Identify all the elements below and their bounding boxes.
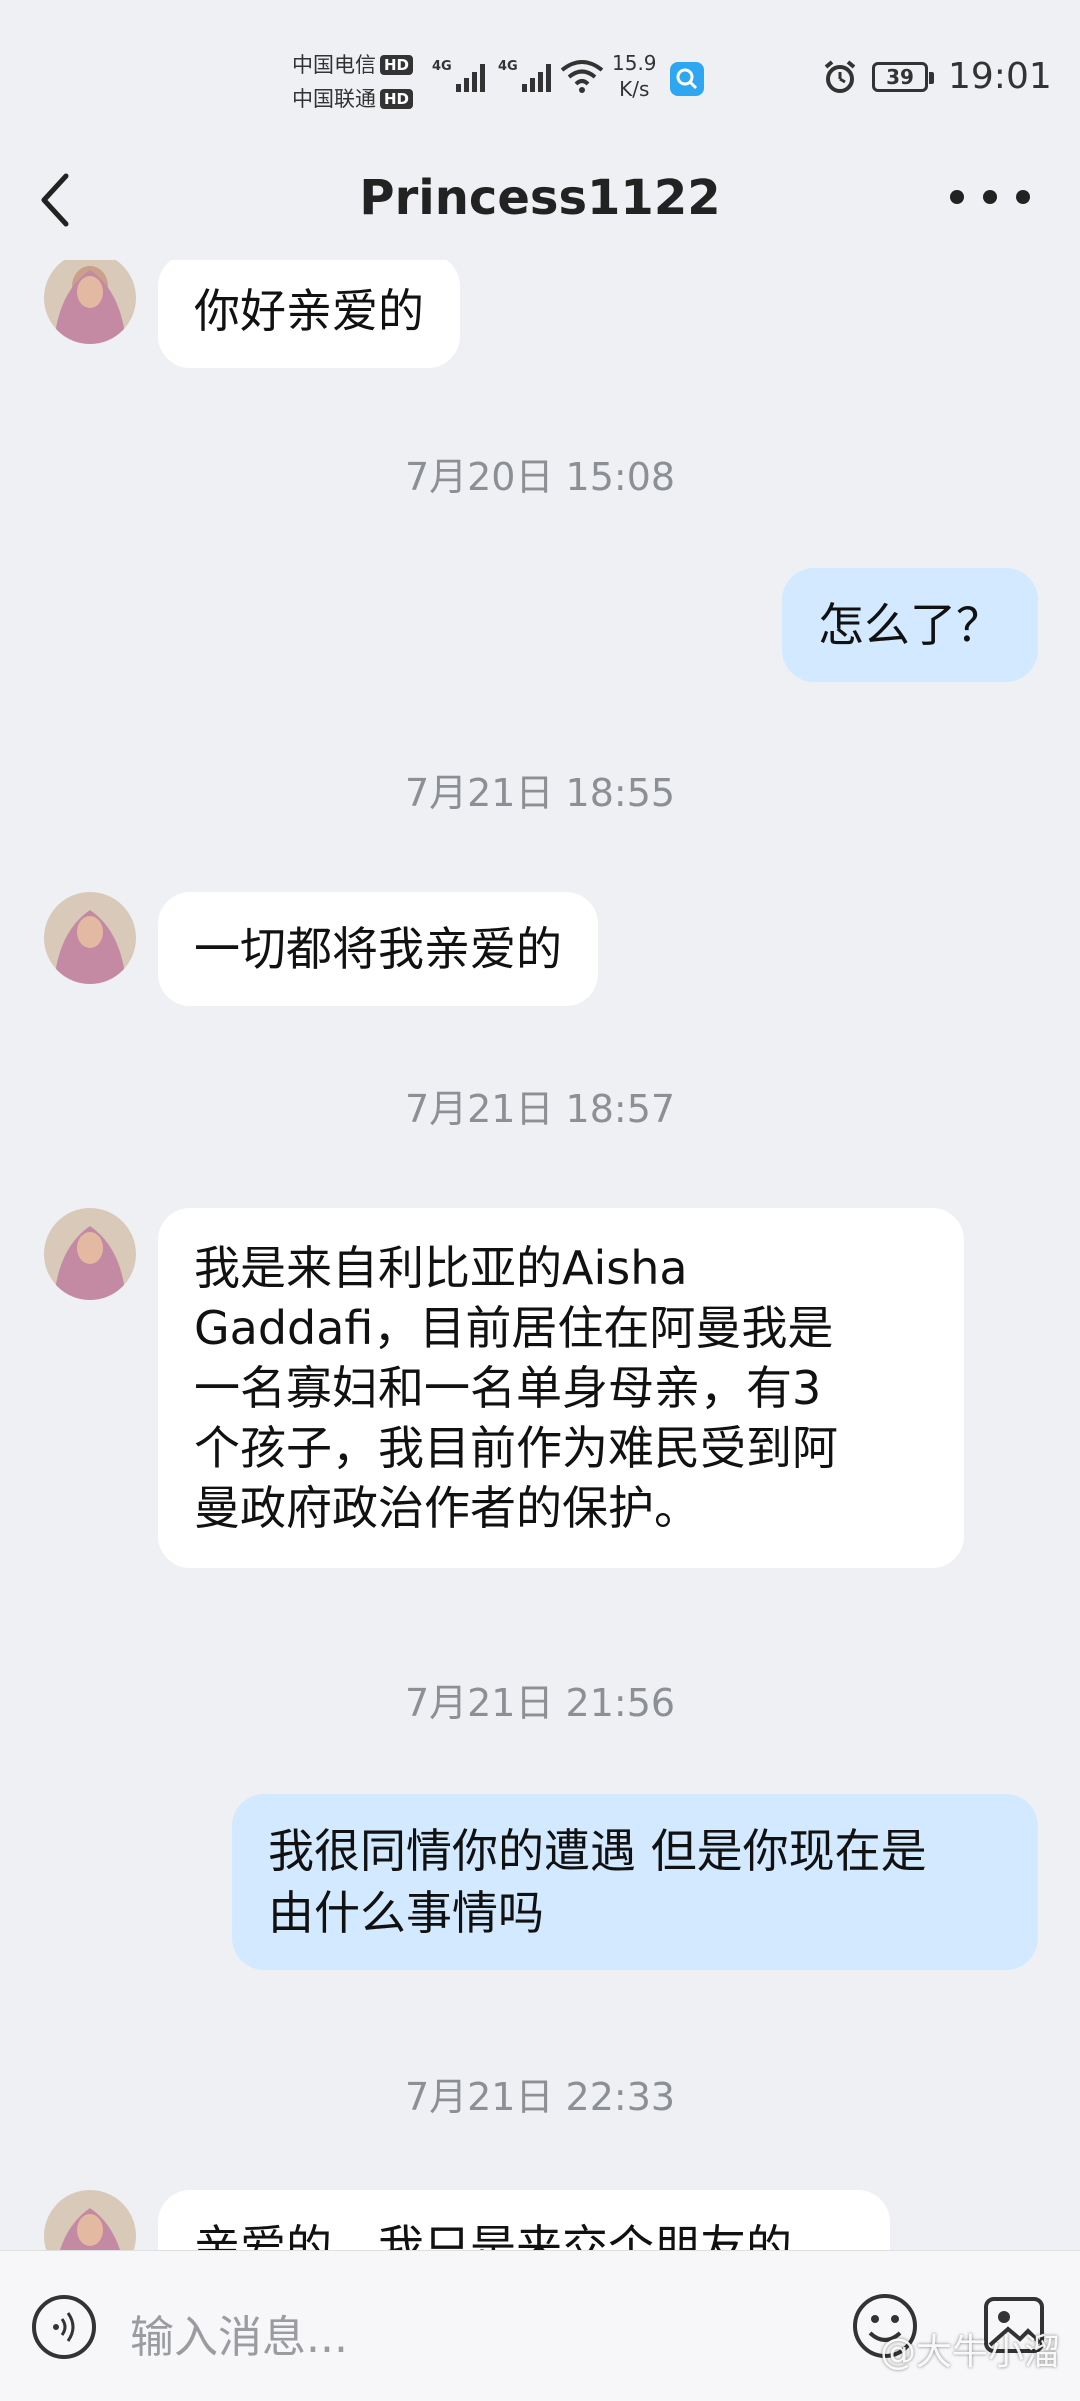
avatar[interactable]	[44, 1208, 136, 1300]
avatar[interactable]	[44, 892, 136, 984]
net-type-label: 4G	[432, 59, 452, 74]
message-text-line: 由什么事情吗	[268, 1886, 544, 1940]
message-bubble-outgoing[interactable]: 我很同情你的遭遇 但是你现在是 由什么事情吗	[232, 1794, 1038, 1970]
message-timestamp: 7月21日 18:57	[404, 1087, 676, 1131]
message-timestamp: 7月21日 22:33	[404, 2075, 676, 2119]
wifi-icon	[560, 60, 604, 93]
net-speed: 15.9 K/s	[612, 50, 657, 102]
message-text: 一切都将我亲爱的	[194, 922, 562, 976]
signal-icon: 4G	[432, 59, 485, 92]
more-options-icon[interactable]	[950, 190, 1030, 210]
message-text-line: Gaddafi，目前居住在阿曼我是	[194, 1301, 834, 1355]
message-text: 你好亲爱的	[194, 284, 424, 338]
chat-title: Princess1122	[359, 170, 721, 226]
clock: 19:01	[948, 56, 1052, 97]
voice-input-icon[interactable]	[32, 2295, 96, 2359]
watermark: @大牛小溜	[880, 2332, 1061, 2373]
signal-icon: 4G	[498, 59, 551, 92]
net-type-label: 4G	[498, 59, 518, 74]
message-bubble-incoming[interactable]: 亲爱的，我只是来交个朋友的	[158, 2190, 890, 2250]
message-bubble-incoming[interactable]: 我是来自利比亚的Aisha Gaddafi，目前居住在阿曼我是 一名寡妇和一名单…	[158, 1208, 964, 1568]
message-list[interactable]: 你好亲爱的 7月20日 15:08 怎么了？ 7月21日 18:55 一切都将我…	[0, 260, 1080, 2250]
input-bar: 输入消息... @大牛小溜	[0, 2250, 1080, 2401]
message-bubble-incoming[interactable]: 你好亲爱的	[158, 260, 460, 368]
message-text-line: 一名寡妇和一名单身母亲，有3	[194, 1361, 822, 1415]
status-bar: 中国电信 HD 中国联通 HD 4G 4G 15.9 K/s 39 19:01	[0, 0, 1080, 140]
avatar[interactable]	[44, 2190, 136, 2250]
net-speed-unit: K/s	[619, 77, 650, 101]
battery-level: 39	[886, 65, 914, 89]
hd-badge: HD	[380, 55, 414, 75]
message-text: 亲爱的，我只是来交个朋友的	[194, 2220, 792, 2250]
message-text-line: 我是来自利比亚的Aisha	[194, 1241, 688, 1295]
alarm-icon	[824, 60, 856, 93]
message-bubble-outgoing[interactable]: 怎么了？	[782, 568, 1038, 682]
message-text-line: 我很同情你的遭遇 但是你现在是	[268, 1824, 927, 1878]
message-timestamp: 7月20日 15:08	[404, 455, 676, 499]
avatar[interactable]	[44, 260, 136, 344]
carrier-2: 中国联通	[292, 87, 376, 111]
search-app-icon	[670, 62, 704, 96]
net-speed-value: 15.9	[612, 51, 657, 75]
carrier-1: 中国电信	[292, 53, 376, 77]
message-timestamp: 7月21日 21:56	[404, 1681, 676, 1725]
hd-badge: HD	[380, 89, 414, 109]
carrier-info: 中国电信 HD 中国联通 HD	[292, 48, 414, 116]
chat-header: Princess1122	[0, 140, 1080, 260]
message-text: 怎么了？	[818, 598, 1002, 652]
message-bubble-incoming[interactable]: 一切都将我亲爱的	[158, 892, 598, 1006]
message-text-line: 曼政府政治作者的保护。	[194, 1481, 700, 1535]
message-text-line: 个孩子，我目前作为难民受到阿	[194, 1421, 838, 1475]
battery-icon: 39	[872, 62, 934, 92]
message-input[interactable]: 输入消息...	[130, 2301, 348, 2365]
message-timestamp: 7月21日 18:55	[404, 771, 676, 815]
